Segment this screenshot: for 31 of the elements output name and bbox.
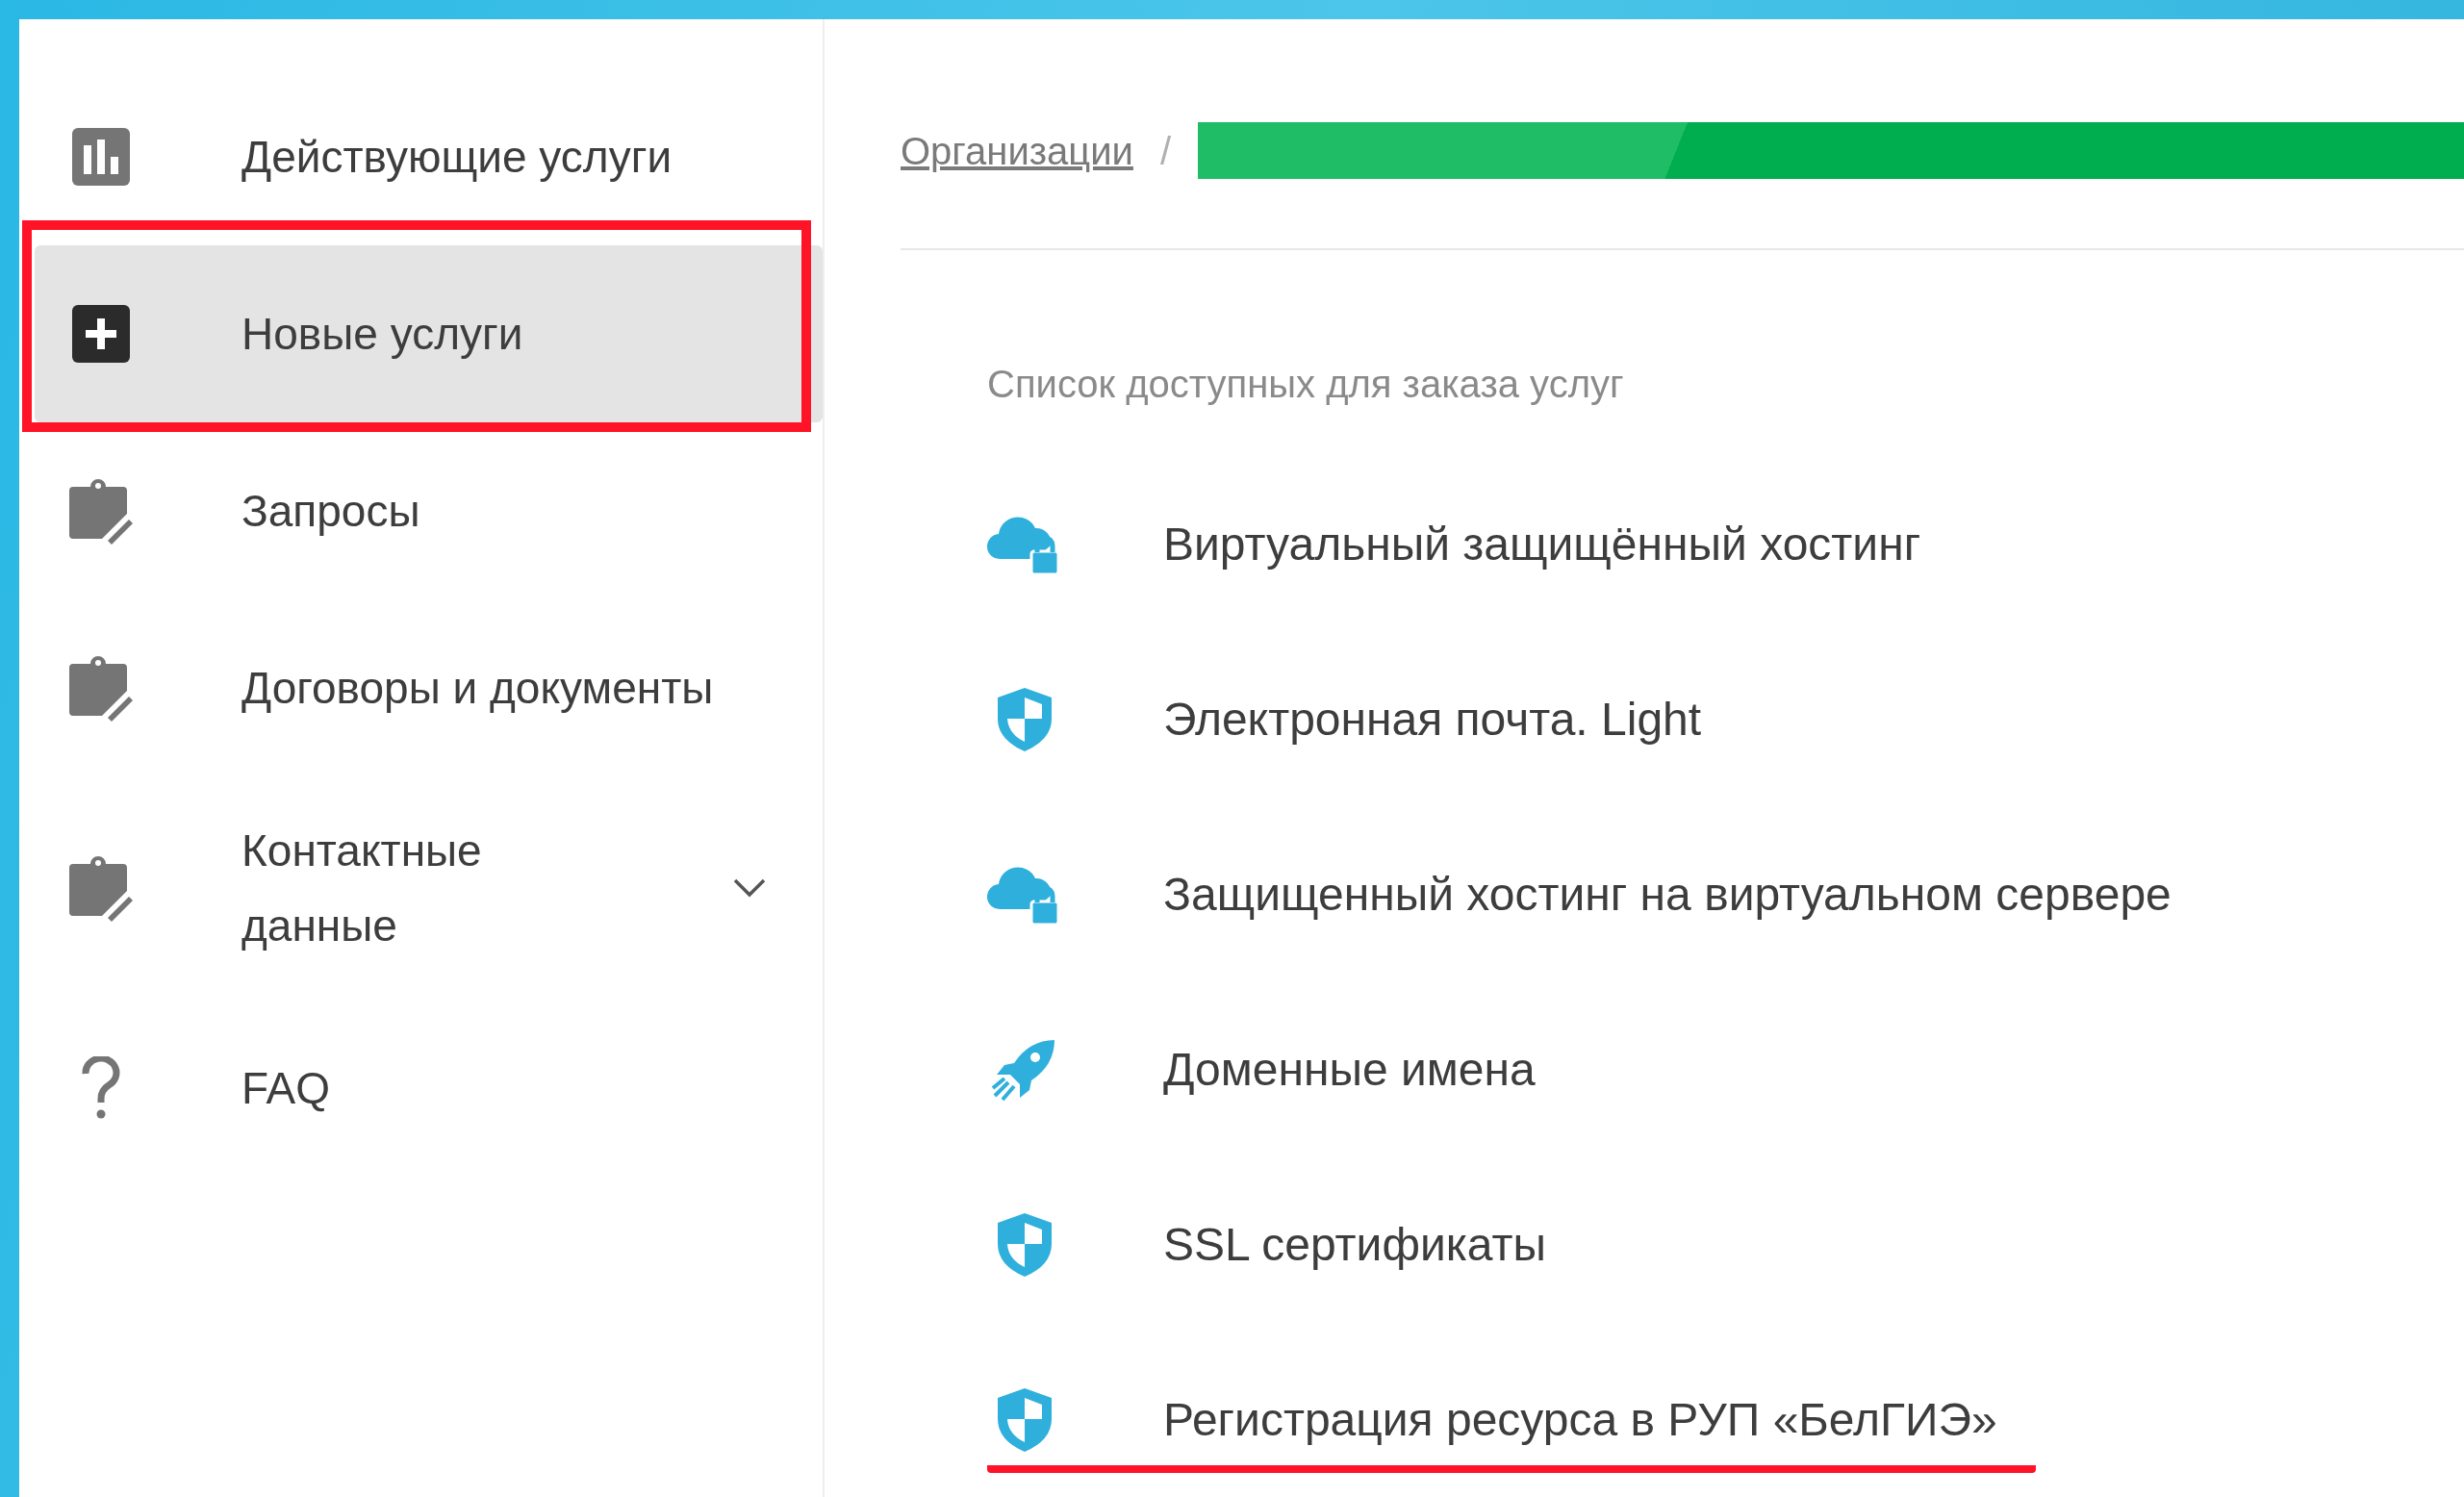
service-item[interactable]: Электронная почта. Light	[987, 667, 1740, 773]
shield-icon	[996, 686, 1054, 753]
shield-icon	[996, 1386, 1054, 1454]
sidebar-item[interactable]: Действующие услуги	[35, 68, 823, 245]
service-item[interactable]: SSL сертификаты	[987, 1192, 1585, 1298]
service-item[interactable]: Доменные имена	[987, 1017, 1574, 1123]
chevron-icon[interactable]	[732, 877, 767, 899]
clipboard-pencil-icon	[69, 854, 133, 922]
bar-chart-icon	[72, 128, 130, 186]
clipboard-pencil-icon	[69, 477, 133, 545]
sidebar-item-label: Контактные данные	[241, 825, 483, 952]
breadcrumb-link[interactable]: Организации	[901, 121, 1133, 180]
sidebar-item-label: Договоры и документы	[241, 662, 714, 715]
plus-square-icon	[72, 305, 130, 363]
sidebar-item[interactable]: FAQ	[35, 1000, 823, 1177]
shield-icon	[996, 1211, 1054, 1279]
sidebar-item[interactable]: Договоры и документы	[35, 599, 823, 776]
sidebar-item[interactable]: Запросы	[35, 422, 823, 599]
service-item[interactable]: Регистрация ресурса в РУП «БелГИЭ»	[987, 1367, 2036, 1473]
sidebar-item-label: FAQ	[241, 1062, 331, 1115]
sidebar-item-label: Запросы	[241, 485, 420, 538]
sidebar-item-label: Действующие услуги	[241, 131, 673, 184]
sidebar-item[interactable]: Контактные данные	[35, 776, 823, 1000]
sidebar-item[interactable]: Новые услуги	[35, 245, 823, 422]
service-item[interactable]: Защищенный хостинг на виртуальном сервере	[987, 844, 2210, 946]
clipboard-pencil-icon	[69, 654, 133, 722]
service-item[interactable]: Виртуальный защищённый хостинг	[987, 494, 1960, 596]
services-heading: Список доступных для заказа услуг	[987, 362, 1625, 407]
sidebar-item-label: Новые услуги	[241, 308, 523, 361]
question-mark-icon	[80, 1056, 122, 1120]
breadcrumb-separator: /	[1159, 128, 1172, 174]
